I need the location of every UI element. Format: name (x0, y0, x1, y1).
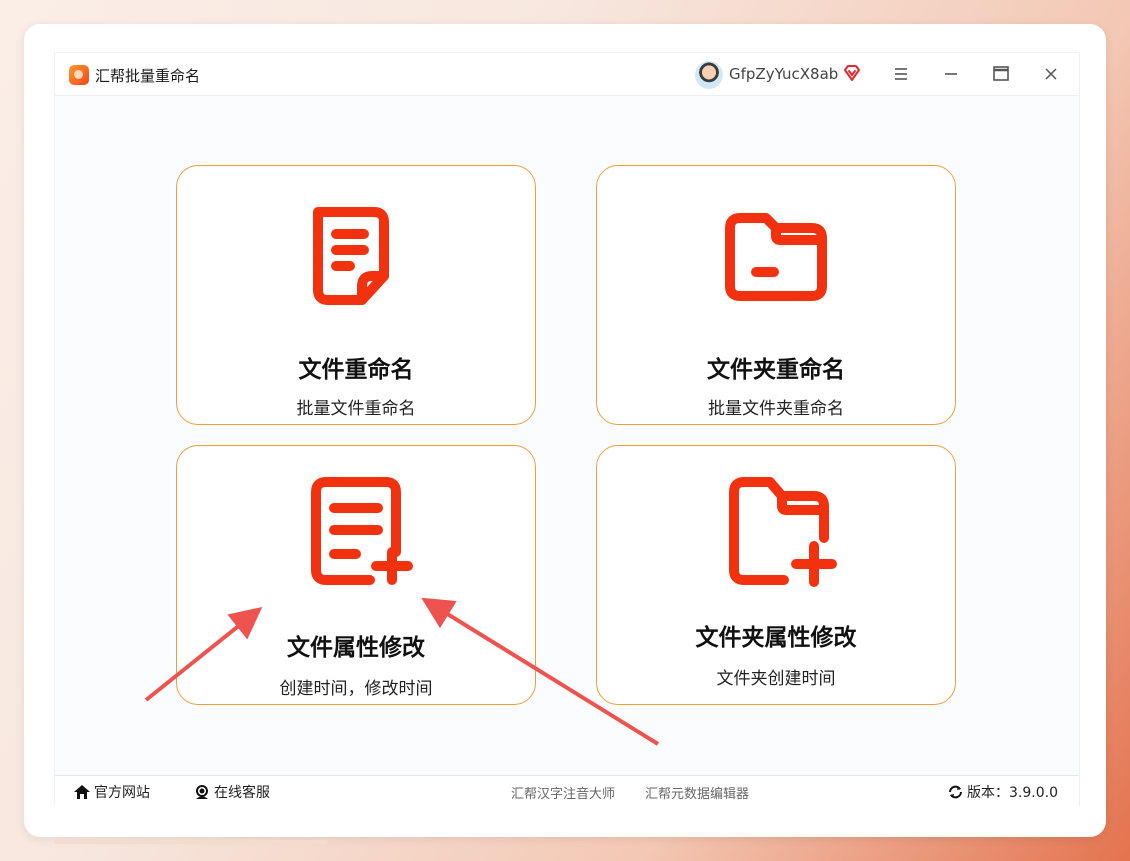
refresh-icon (949, 785, 962, 799)
maximize-button[interactable] (989, 63, 1013, 85)
metadata-editor-link[interactable]: 汇帮元数据编辑器 (645, 783, 749, 802)
tile-title: 文件夹属性修改 (695, 625, 857, 651)
folder-icon (725, 213, 827, 301)
user-avatar[interactable] (695, 61, 723, 89)
close-icon (1045, 68, 1057, 80)
tile-file-rename[interactable]: 文件重命名 批量文件重命名 (176, 165, 536, 425)
document-add-icon (311, 477, 413, 585)
menu-button[interactable] (889, 63, 913, 85)
home-icon (74, 785, 90, 799)
document-icon (313, 207, 389, 305)
tile-title: 文件重命名 (298, 357, 414, 383)
tile-file-attribute[interactable]: 文件属性修改 创建时间，修改时间 (176, 445, 536, 705)
maximize-icon (993, 66, 1009, 81)
title-bar: 汇帮批量重命名 GfpZyYucX8ab (55, 53, 1079, 96)
tile-title: 文件夹重命名 (707, 357, 845, 383)
headset-icon (196, 785, 208, 799)
hamburger-icon (895, 68, 907, 80)
vip-diamond-icon[interactable] (843, 64, 861, 82)
version-info[interactable]: 版本：3.9.0.0 (947, 782, 1058, 802)
app-title: 汇帮批量重命名 (95, 67, 201, 85)
taskbar-strip (54, 840, 328, 844)
tile-subtitle: 文件夹创建时间 (716, 669, 836, 689)
version-label: 版本：3.9.0.0 (967, 785, 1058, 801)
official-website-label: 官方网站 (94, 785, 150, 801)
tile-subtitle: 批量文件重命名 (296, 399, 416, 419)
official-website-link[interactable]: 官方网站 (73, 782, 150, 802)
close-button[interactable] (1039, 63, 1063, 85)
hanzi-pinyin-link[interactable]: 汇帮汉字注音大师 (511, 783, 615, 802)
tile-title: 文件属性修改 (287, 635, 425, 661)
status-bar: 官方网站 在线客服 汇帮汉字注音大师 汇帮元数据编辑器 版本：3.9.0.0 (55, 775, 1079, 806)
tile-folder-attribute[interactable]: 文件夹属性修改 文件夹创建时间 (596, 445, 956, 705)
app-logo-icon (69, 65, 89, 85)
folder-add-icon (729, 477, 837, 587)
tile-subtitle: 批量文件夹重命名 (708, 399, 844, 419)
online-service-label: 在线客服 (214, 785, 270, 801)
minimize-button[interactable] (939, 63, 963, 85)
user-name[interactable]: GfpZyYucX8ab (729, 65, 838, 83)
online-service-link[interactable]: 在线客服 (193, 782, 270, 802)
main-window: 汇帮批量重命名 GfpZyYucX8ab 文件重命名 批量文件重命名 文件夹重命… (54, 52, 1080, 806)
tile-folder-rename[interactable]: 文件夹重命名 批量文件夹重命名 (596, 165, 956, 425)
tile-subtitle: 创建时间，修改时间 (279, 679, 433, 699)
